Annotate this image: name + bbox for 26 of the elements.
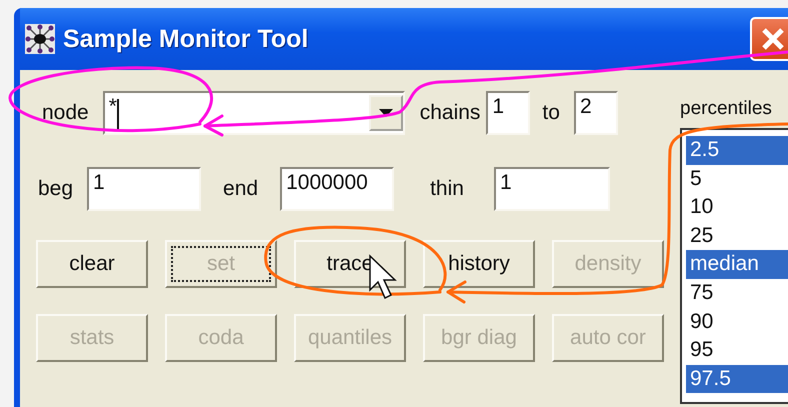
list-item[interactable]: 2.5 <box>686 136 788 165</box>
end-field[interactable]: 1000000 <box>280 167 394 211</box>
close-button[interactable] <box>750 17 788 61</box>
window-title: Sample Monitor Tool <box>63 24 310 54</box>
beg-field[interactable]: 1 <box>87 167 202 211</box>
close-icon <box>760 26 786 52</box>
thin-field[interactable]: 1 <box>494 167 610 211</box>
list-item[interactable]: 97.5 <box>686 364 788 394</box>
chains-to-field[interactable]: 2 <box>574 91 618 135</box>
action-button[interactable]: clear <box>36 240 148 288</box>
beg-label: beg <box>38 177 74 201</box>
percentiles-label: percentiles <box>680 98 773 120</box>
chains-from-field[interactable]: 1 <box>486 91 530 135</box>
chains-label: chains <box>420 101 480 125</box>
to-label: to <box>542 101 560 125</box>
action-button[interactable]: history <box>423 240 535 288</box>
text-caret-icon <box>116 99 120 129</box>
mouse-pointer-icon <box>369 254 397 300</box>
node-combo-box[interactable]: * <box>102 91 405 135</box>
app-icon <box>25 24 55 54</box>
list-item[interactable]: median <box>686 250 788 279</box>
thin-label: thin <box>430 177 464 201</box>
caret-icon <box>378 109 393 117</box>
dropdown-button[interactable] <box>368 95 403 131</box>
end-label: end <box>223 177 258 201</box>
node-label: node <box>42 101 89 125</box>
